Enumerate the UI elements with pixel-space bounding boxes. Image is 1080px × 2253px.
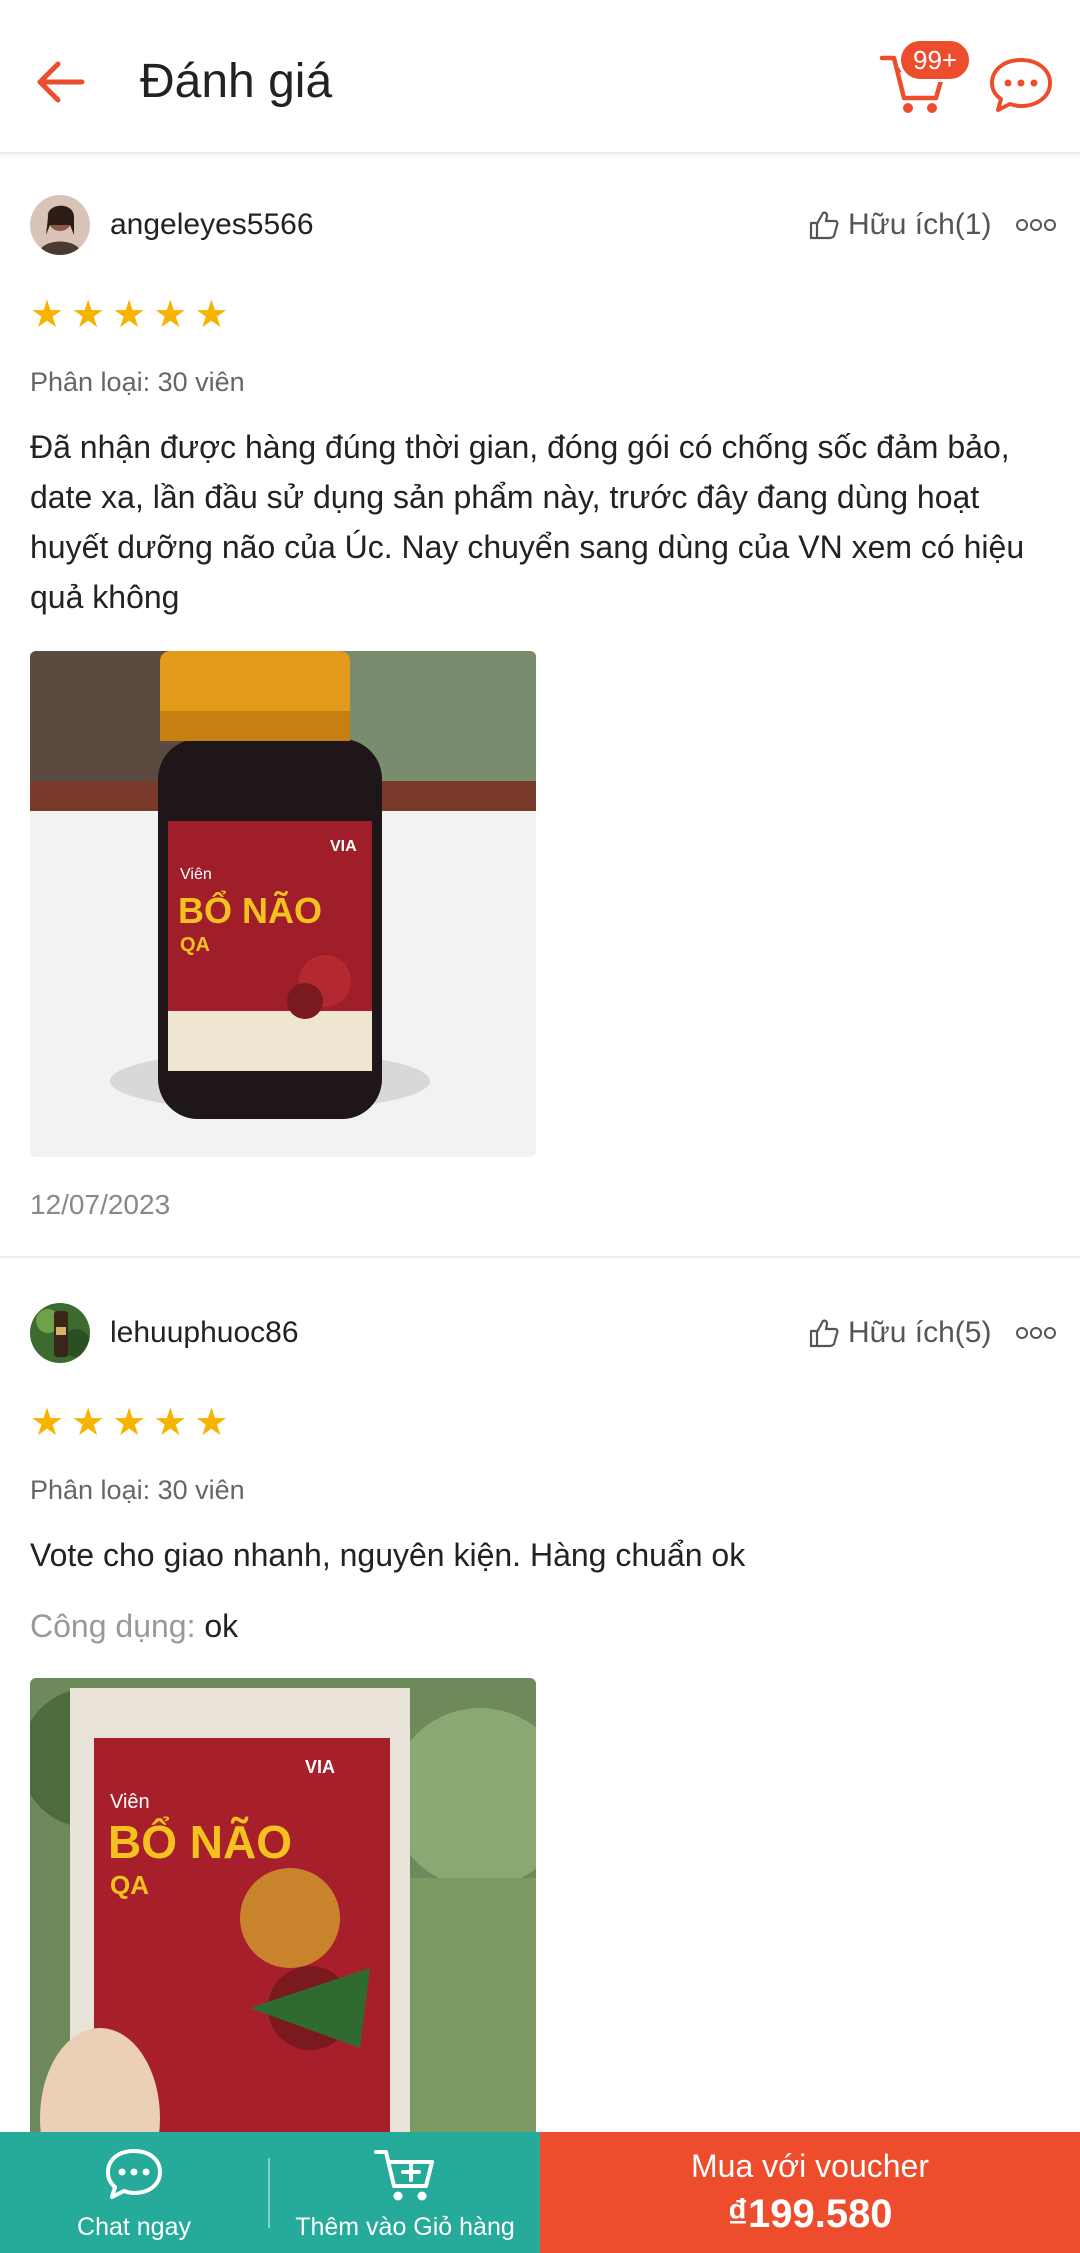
review-text: Đã nhận được hàng đúng thời gian, đóng g… bbox=[30, 429, 1025, 615]
helpful-count: Hữu ích(1) bbox=[848, 208, 992, 241]
bottom-action-bar: Chat ngay Thêm vào Giỏ hàng Mua với vouc… bbox=[0, 2132, 1080, 2253]
product-label-big: BỔ NÃO bbox=[108, 1816, 292, 1868]
star-icon: ★ bbox=[71, 294, 106, 336]
buy-with-voucher-button[interactable]: Mua với voucher ₫199.580 bbox=[540, 2132, 1080, 2253]
variant-label: Phân loại: 30 viên bbox=[30, 1475, 245, 1505]
cart-count-badge: 99+ bbox=[898, 38, 973, 82]
more-options-icon[interactable] bbox=[1016, 217, 1056, 233]
chat-bubble-icon[interactable] bbox=[988, 54, 1054, 114]
star-icon: ★ bbox=[112, 294, 147, 336]
product-label-big: BỔ NÃO bbox=[178, 888, 322, 931]
more-options-icon[interactable] bbox=[1016, 1325, 1056, 1341]
chat-now-label: Chat ngay bbox=[77, 2213, 191, 2241]
star-icon: ★ bbox=[30, 294, 65, 336]
star-icon: ★ bbox=[153, 294, 188, 336]
thumbs-up-icon bbox=[809, 1319, 839, 1348]
back-arrow-icon[interactable] bbox=[28, 50, 92, 114]
reviewer-username[interactable]: angeleyes5566 bbox=[110, 205, 314, 245]
add-to-cart-label: Thêm vào Giỏ hàng bbox=[295, 2213, 515, 2241]
add-to-cart-icon bbox=[374, 2150, 434, 2201]
bottom-left-panel: Chat ngay Thêm vào Giỏ hàng bbox=[0, 2132, 540, 2253]
buy-with-voucher-label: Mua với voucher bbox=[691, 2148, 929, 2184]
review-photo[interactable]: VIA Viên BỔ NÃO QA bbox=[30, 651, 536, 1157]
review-photo[interactable]: VIA Viên BỔ NÃO QA bbox=[30, 1678, 536, 2184]
product-label-small: Viên bbox=[110, 1791, 150, 1813]
star-icon: ★ bbox=[153, 1402, 188, 1444]
voucher-price: ₫199.580 bbox=[727, 2192, 893, 2236]
variant-label: Phân loại: 30 viên bbox=[30, 367, 245, 397]
review-page: Đánh giá 99+ angeleyes5566 Hữu ích(1) ★ … bbox=[0, 0, 1080, 2253]
top-app-bar: Đánh giá 99+ bbox=[0, 0, 1080, 154]
avatar[interactable] bbox=[30, 1303, 90, 1363]
add-to-cart-button[interactable]: Thêm vào Giỏ hàng bbox=[270, 2132, 540, 2253]
page-title: Đánh giá bbox=[140, 55, 333, 108]
review-date: 12/07/2023 bbox=[30, 1189, 171, 1220]
helpful-button[interactable]: Hữu ích(5) bbox=[808, 1313, 991, 1353]
star-icon: ★ bbox=[194, 1402, 229, 1444]
review-text: Vote cho giao nhanh, nguyên kiện. Hàng c… bbox=[30, 1537, 746, 1573]
star-icon: ★ bbox=[30, 1402, 65, 1444]
reviewer-username[interactable]: lehuuphuoc86 bbox=[110, 1313, 299, 1353]
brand-logo-text: VIA bbox=[330, 838, 357, 855]
avatar[interactable] bbox=[30, 195, 90, 255]
chat-now-button[interactable]: Chat ngay bbox=[0, 2132, 268, 2253]
review-divider bbox=[0, 1256, 1080, 1258]
usage-label: Công dụng: bbox=[30, 1608, 196, 1644]
product-label-qa: QA bbox=[110, 1870, 149, 1900]
star-icon: ★ bbox=[71, 1402, 106, 1444]
star-icon: ★ bbox=[194, 294, 229, 336]
helpful-count: Hữu ích(5) bbox=[848, 1316, 992, 1349]
brand-logo-text: VIA bbox=[305, 1757, 335, 1777]
star-rating: ★ ★ ★ ★ ★ bbox=[30, 296, 228, 334]
star-icon: ★ bbox=[112, 1402, 147, 1444]
usage-line: Công dụng: ok bbox=[30, 1605, 238, 1647]
chat-icon bbox=[106, 2149, 162, 2199]
helpful-button[interactable]: Hữu ích(1) bbox=[808, 205, 991, 245]
product-label-small: Viên bbox=[180, 866, 212, 883]
product-label-qa: QA bbox=[180, 934, 210, 956]
star-rating: ★ ★ ★ ★ ★ bbox=[30, 1404, 228, 1442]
usage-value: ok bbox=[204, 1608, 239, 1644]
thumbs-up-icon bbox=[809, 211, 839, 240]
